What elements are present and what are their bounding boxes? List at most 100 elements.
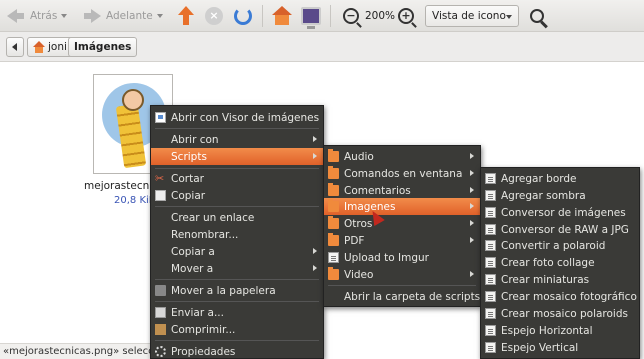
script-file-icon [485,325,496,336]
script-file-icon [485,207,496,218]
menu-item-copy[interactable]: Copiar [151,187,323,204]
menu-item-label: Conversor de RAW a JPG [501,223,629,236]
script-file-icon [485,190,496,201]
menu-item-label: Comentarios [344,184,411,197]
search-icon [530,9,544,23]
menu-item-scripts[interactable]: Scripts [151,148,323,165]
zoom-in-icon: + [398,8,414,24]
folder-icon [328,183,339,196]
menu-item-script[interactable]: Crear mosaico polaroids [481,305,639,322]
stop-button[interactable]: × [205,4,223,28]
search-button[interactable] [530,4,544,28]
menu-item-script[interactable]: Crear mosaico fotográfico [481,288,639,305]
breadcrumb-current[interactable]: Imágenes [68,37,138,57]
path-back-button[interactable] [6,37,24,57]
menu-item-label: Crear miniaturas [501,273,590,286]
submenu-arrow-icon [313,153,317,159]
menu-item-label: Upload to Imgur [344,251,429,264]
menu-item-script[interactable]: Crear miniaturas [481,271,639,288]
reload-button[interactable] [234,4,252,28]
breadcrumb-home[interactable]: joni [27,37,73,57]
menu-item-copy-to[interactable]: Copiar a [151,243,323,260]
menu-item-label: Copiar [171,189,206,202]
menu-item-script[interactable]: Espejo Horizontal [481,322,639,339]
menu-item-script[interactable]: Crear foto collage [481,254,639,271]
images-submenu: Agregar borde Agregar sombra Conversor d… [480,167,640,359]
menu-item-label: Copiar a [171,245,215,258]
stop-icon: × [205,7,223,25]
menu-separator [155,301,319,302]
mail-icon [155,307,166,318]
menu-item-video[interactable]: Video [324,266,480,283]
script-file-icon [328,252,339,263]
menu-item-script[interactable]: Espejo Vertical [481,339,639,356]
menu-item-script[interactable]: Conversor de imágenes [481,204,639,221]
menu-item-label: Imagenes [344,200,396,213]
menu-item-label: Abrir con [171,133,219,146]
menu-item-window-commands[interactable]: Comandos en ventana [324,165,480,182]
menu-item-pdf[interactable]: PDF [324,232,480,249]
context-menu: Abrir con Visor de imágenes Abrir con Sc… [150,105,324,359]
menu-item-label: Renombrar... [171,228,239,241]
computer-button[interactable] [301,4,321,29]
arrow-left-icon [6,7,26,25]
menu-item-label: Abrir con Visor de imágenes [171,111,320,124]
menu-item-open-with[interactable]: Abrir con [151,131,323,148]
menu-item-audio[interactable]: Audio [324,148,480,165]
folder-icon [328,216,339,229]
menu-item-send-to[interactable]: Enviar a... [151,304,323,321]
menu-separator [155,128,319,129]
home-icon [33,41,45,53]
menu-item-label: Espejo Vertical [501,341,579,354]
menu-item-properties[interactable]: Propiedades [151,343,323,359]
file-name[interactable]: mejorastecnicas [84,180,170,192]
menu-item-label: Enviar a... [171,306,224,319]
chevron-down-icon [506,15,512,19]
menu-item-script[interactable]: Agregar sombra [481,187,639,204]
menu-item-open-viewer[interactable]: Abrir con Visor de imágenes [151,109,323,126]
menu-item-trash[interactable]: Mover a la papelera [151,282,323,299]
menu-item-label: Agregar borde [501,172,577,185]
menu-separator [155,340,319,341]
submenu-arrow-icon [470,220,474,226]
menu-item-others[interactable]: Otros [324,215,480,232]
view-mode-value: Vista de icono [432,10,506,22]
script-file-icon [485,342,496,353]
menu-item-cut[interactable]: ✂ Cortar [151,170,323,187]
menu-item-label: Convertir a polaroid [501,239,606,252]
trash-icon [155,285,166,296]
submenu-arrow-icon [470,237,474,243]
view-mode-select[interactable]: Vista de icono [425,5,519,27]
folder-icon [328,199,339,212]
scripts-submenu: Audio Comandos en ventana Comentarios Im… [323,145,481,307]
up-arrow-icon [178,6,194,26]
menu-item-comments[interactable]: Comentarios [324,182,480,199]
submenu-arrow-icon [470,187,474,193]
breadcrumb-label: Imágenes [74,41,132,53]
menu-item-script[interactable]: Agregar borde [481,170,639,187]
reload-icon [234,7,252,25]
toolbar-separator [262,5,263,27]
folder-icon [328,233,339,246]
menu-item-images[interactable]: Imagenes [324,198,480,215]
script-file-icon [485,274,496,285]
menu-item-rename[interactable]: Renombrar... [151,226,323,243]
zoom-in-button[interactable]: + [398,4,414,28]
forward-button[interactable]: Adelante [82,4,163,28]
menu-item-script[interactable]: Conversor de RAW a JPG [481,221,639,238]
thumbnail-face [122,89,144,111]
back-button[interactable]: Atrás [6,4,68,28]
menu-item-label: Crear mosaico fotográfico [501,290,637,303]
up-button[interactable] [178,4,194,28]
home-button[interactable] [272,4,292,28]
breadcrumb-label: joni [48,41,67,53]
menu-item-create-link[interactable]: Crear un enlace [151,209,323,226]
menu-item-label: Cortar [171,172,204,185]
zoom-out-button[interactable]: − [343,4,359,28]
archive-icon [155,324,166,335]
menu-item-script[interactable]: Convertir a polaroid [481,237,639,254]
menu-item-upload-imgur[interactable]: Upload to Imgur [324,249,480,266]
menu-item-open-scripts-folder[interactable]: Abrir la carpeta de scripts [324,288,480,305]
menu-item-move-to[interactable]: Mover a [151,260,323,277]
menu-item-compress[interactable]: Comprimir... [151,321,323,338]
